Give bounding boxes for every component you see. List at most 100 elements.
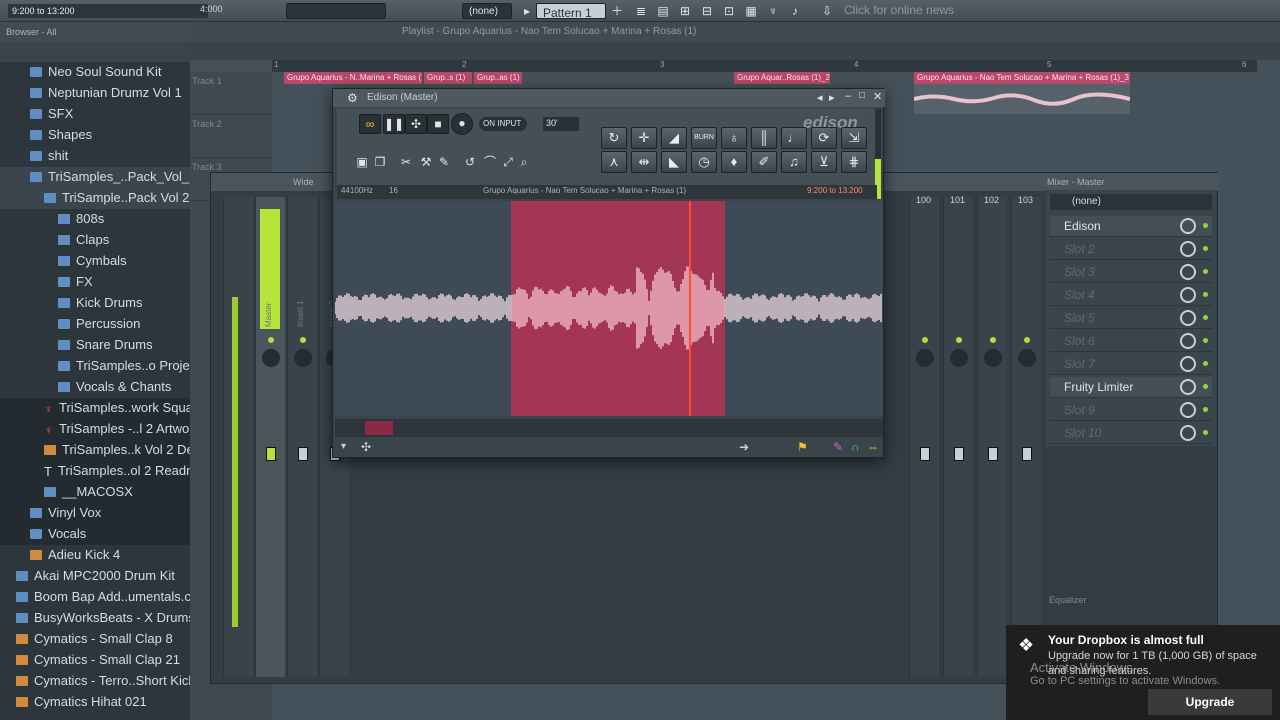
marker-icon[interactable]: ⚑ xyxy=(797,440,808,454)
mix-level-knob[interactable] xyxy=(1180,241,1196,257)
mix-level-knob[interactable] xyxy=(1180,218,1196,234)
fade-out-icon[interactable]: ◣ xyxy=(661,151,687,173)
volume-fader[interactable] xyxy=(920,447,930,461)
slot-enable-led[interactable] xyxy=(1203,269,1208,274)
fade-in-icon[interactable]: ◢ xyxy=(661,127,687,149)
mixer-led[interactable] xyxy=(268,337,274,343)
mix-level-knob[interactable] xyxy=(1180,310,1196,326)
slot-enable-led[interactable] xyxy=(1203,223,1208,228)
volume-fader[interactable] xyxy=(988,447,998,461)
note-icon[interactable]: ♫ xyxy=(781,151,807,173)
mixer-led[interactable] xyxy=(922,337,928,343)
browser-item[interactable]: Vocals xyxy=(0,524,190,545)
mixer-led[interactable] xyxy=(990,337,996,343)
mixer-led[interactable] xyxy=(1024,337,1030,343)
brush-icon[interactable]: ✐ xyxy=(751,151,777,173)
pan-knob[interactable] xyxy=(1018,349,1036,367)
play-icon[interactable]: ✣ xyxy=(405,114,427,134)
refresh-icon[interactable]: ⟳ xyxy=(811,127,837,149)
maximize-icon[interactable]: □ xyxy=(859,90,865,101)
record-icon[interactable]: ● xyxy=(451,113,473,135)
slot-enable-led[interactable] xyxy=(1203,338,1208,343)
waveform-scroller[interactable] xyxy=(335,419,883,437)
slot-enable-led[interactable] xyxy=(1203,430,1208,435)
browser-item[interactable]: Percussion xyxy=(0,314,190,335)
piano-roll-icon[interactable]: ▤ xyxy=(654,3,672,19)
loop-icon[interactable]: ∞ xyxy=(359,114,381,134)
mix-level-knob[interactable] xyxy=(1180,264,1196,280)
browser-item[interactable]: T TriSamples..ol 2 Readme xyxy=(0,461,204,482)
playlist-icon[interactable]: ≣ xyxy=(632,3,650,19)
slot-enable-led[interactable] xyxy=(1203,361,1208,366)
audio-clip[interactable]: Grupo Aquar..Rosas (1)_2 xyxy=(734,72,830,84)
browser-item[interactable]: ♆ TriSamples..work Square xyxy=(0,398,204,419)
mix-level-knob[interactable] xyxy=(1180,425,1196,441)
cut-icon[interactable]: ✂ xyxy=(395,153,417,173)
pan-knob[interactable] xyxy=(950,349,968,367)
effect-slot[interactable]: Slot 7 xyxy=(1050,354,1212,375)
mix-level-knob[interactable] xyxy=(1180,379,1196,395)
effect-slot[interactable]: Slot 4 xyxy=(1050,285,1212,306)
browser-item[interactable]: ♆ TriSamples -..l 2 Artwork xyxy=(0,419,200,440)
track-header[interactable]: Track 2 xyxy=(190,115,272,158)
volume-fader[interactable] xyxy=(954,447,964,461)
pan-knob[interactable] xyxy=(262,349,280,367)
browser-item[interactable]: FX xyxy=(0,272,190,293)
export-icon[interactable]: ⊻ xyxy=(811,151,837,173)
browser-icon[interactable]: ▦ xyxy=(742,3,760,19)
slot-enable-led[interactable] xyxy=(1203,292,1208,297)
pattern-select[interactable]: Pattern 1 xyxy=(536,3,606,20)
mixer-wide-label[interactable]: Wide xyxy=(293,177,314,187)
browser-item[interactable]: shit xyxy=(0,146,190,167)
eq-icon[interactable]: ║ xyxy=(751,127,777,149)
mixer-icon[interactable]: ⊟ xyxy=(698,3,716,19)
move-icon[interactable]: ✣ xyxy=(361,440,371,454)
browser-item[interactable]: __MACOSX xyxy=(0,482,190,503)
slot-enable-led[interactable] xyxy=(1203,315,1208,320)
copy-icon[interactable]: ❐ xyxy=(369,153,391,173)
arrow-left-icon[interactable]: ◂ xyxy=(817,91,823,104)
audio-clip[interactable]: Grupo Aquarius - Nao Tem Solucao + Marin… xyxy=(914,72,1130,84)
browser-item[interactable]: Cymatics - Small Clap 8 xyxy=(0,629,190,650)
close-icon[interactable]: ✕ xyxy=(873,90,882,103)
effect-slot[interactable]: Slot 3 xyxy=(1050,262,1212,283)
mixer-channel-101[interactable]: 101 xyxy=(943,195,973,677)
browser-item[interactable]: Neo Soul Sound Kit xyxy=(0,62,190,83)
plugin-picker-icon[interactable]: ⊡ xyxy=(720,3,738,19)
browser-item[interactable]: Snare Drums xyxy=(0,335,190,356)
browser-item[interactable]: TriSample..Pack Vol 2 xyxy=(0,188,190,209)
browser-item[interactable]: Cymatics - Terro..Short Kick 001 xyxy=(0,671,220,692)
mixer-channel-100[interactable]: 100 xyxy=(909,195,939,677)
pan-knob[interactable] xyxy=(294,349,312,367)
browser-item[interactable]: TriSamples..k Vol 2 Demo xyxy=(0,440,212,461)
browser-item[interactable]: Cymbals xyxy=(0,251,190,272)
scroller-thumb[interactable] xyxy=(365,421,393,435)
headphones-icon[interactable]: ∩ xyxy=(851,440,860,454)
pan-knob[interactable] xyxy=(916,349,934,367)
slot-enable-led[interactable] xyxy=(1203,246,1208,251)
download-icon[interactable]: ⇩ xyxy=(818,3,836,19)
tempo-icon[interactable]: ♪ xyxy=(786,3,804,19)
record-mode-select[interactable]: ON INPUT xyxy=(479,117,527,131)
minimize-icon[interactable]: – xyxy=(845,90,851,102)
mixer-led[interactable] xyxy=(300,337,306,343)
browser-item[interactable]: TriSamples_..Pack_Vol_2 xyxy=(0,167,196,188)
browser-item[interactable]: 808s xyxy=(0,209,190,230)
effect-slot[interactable]: Slot 6 xyxy=(1050,331,1212,352)
channel-rack-icon[interactable]: ⊞ xyxy=(676,3,694,19)
browser-item[interactable]: Cymatics - Small Clap 21 xyxy=(0,650,190,671)
pencil-icon[interactable]: ✎ xyxy=(433,153,455,173)
volume-fader[interactable] xyxy=(1022,447,1032,461)
browser-item[interactable]: Adieu Kick 4 xyxy=(0,545,190,566)
mixer-channel-102[interactable]: 102 xyxy=(977,195,1007,677)
effect-slot[interactable]: Edison xyxy=(1050,216,1212,237)
preset-select[interactable]: (none) xyxy=(1050,194,1212,210)
slot-enable-led[interactable] xyxy=(1203,407,1208,412)
mixer-led[interactable] xyxy=(956,337,962,343)
length-field[interactable]: 30' xyxy=(543,117,579,131)
mix-level-knob[interactable] xyxy=(1180,402,1196,418)
mix-level-knob[interactable] xyxy=(1180,333,1196,349)
effect-slot[interactable]: Slot 9 xyxy=(1050,400,1212,421)
arrow-right-icon[interactable]: ➜ xyxy=(739,440,749,454)
browser-item[interactable]: TriSamples..o Project xyxy=(0,356,200,377)
